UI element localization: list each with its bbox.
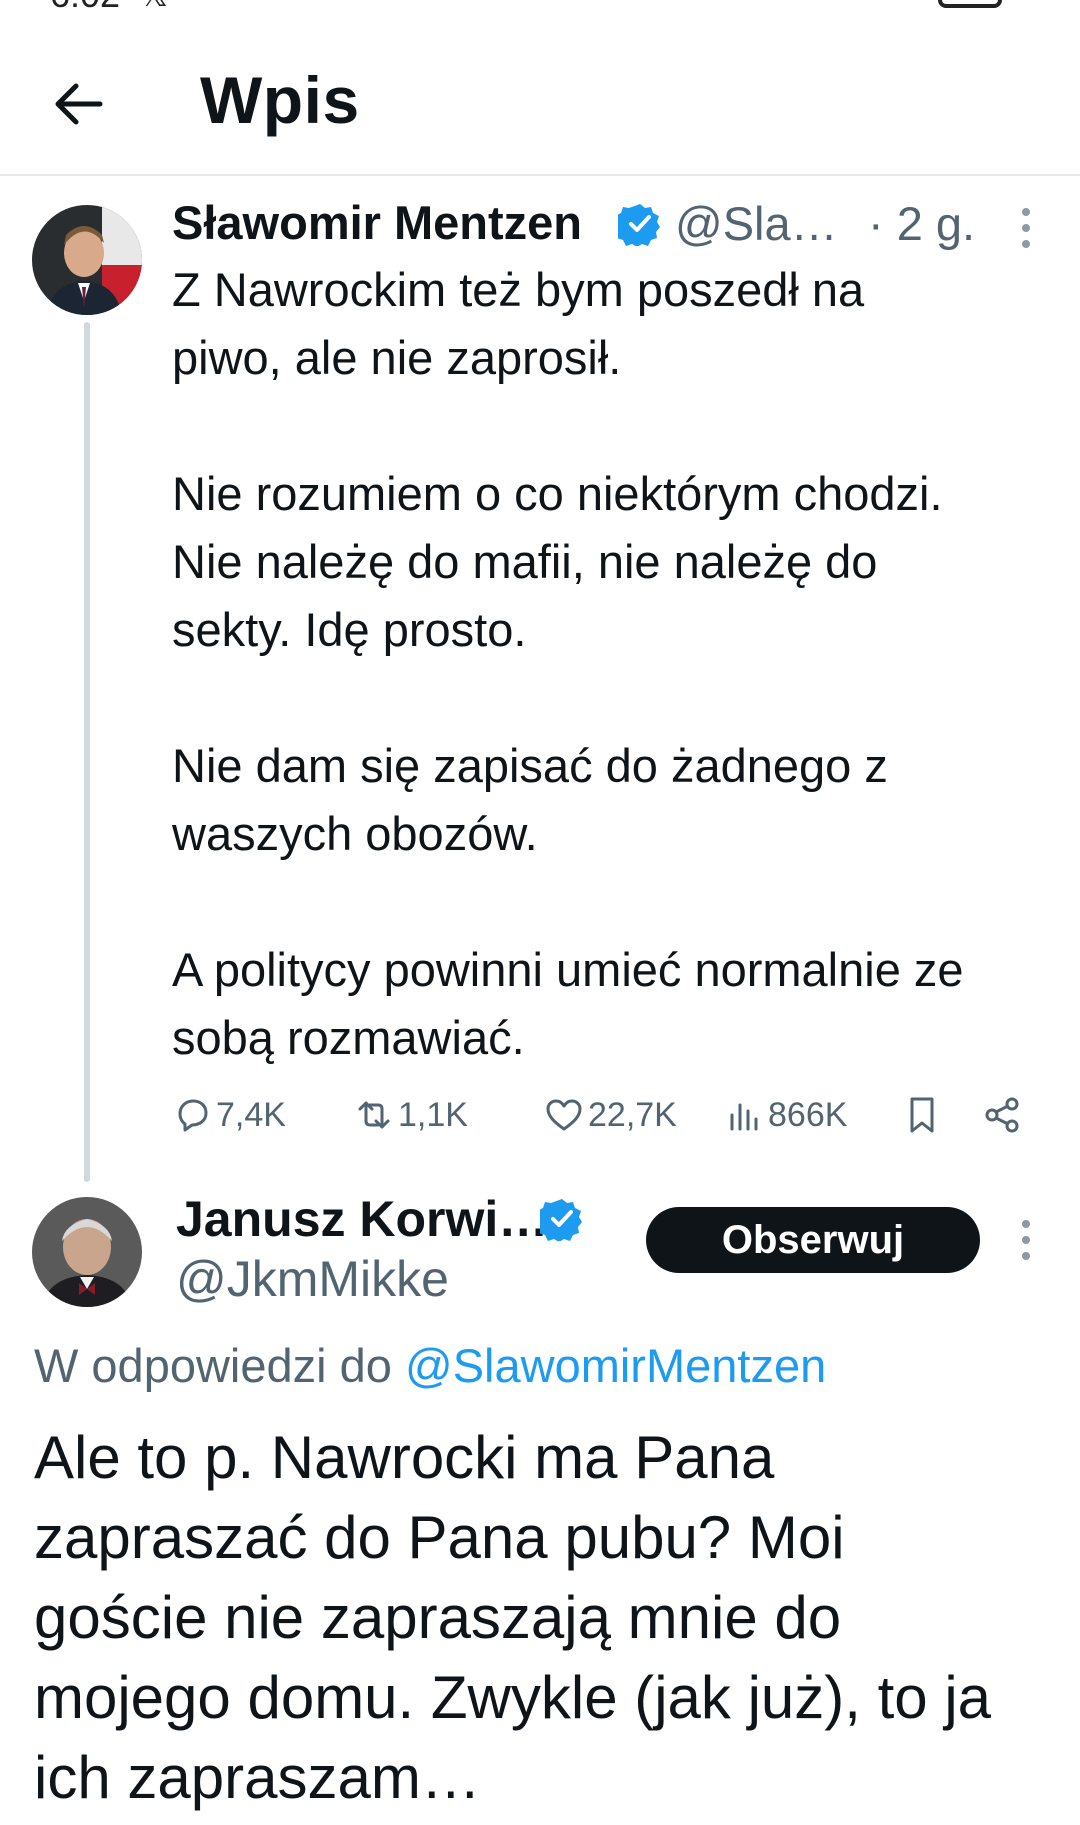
more-options-icon[interactable] [1016,206,1036,250]
share-icon [985,1097,1019,1133]
tweet-line: Ale to p. Nawrocki ma Pana [34,1424,775,1491]
tweet-line: mojego domu. Zwykle (jak już), to ja [34,1664,992,1731]
top-app-bar: Wpis [0,20,1080,176]
views-chart-icon [730,1103,758,1131]
reply-count: 7,4K [216,1095,286,1134]
author-name[interactable]: Sławomir Mentzen [172,195,582,250]
tweet-line: waszych obozów. [172,807,538,860]
battery-icon [938,0,1002,8]
views-button[interactable]: 866K [724,1090,847,1140]
avatar[interactable] [32,205,142,315]
reply-mention-link[interactable]: @SlawomirMentzen [405,1339,826,1392]
tweet-line: Nie dam się zapisać do żadnego z [172,739,888,792]
x-logo-icon: 𝕏 [142,0,168,14]
author-handle: @Sla… [675,197,838,250]
author-handle: @JkmMikke [176,1251,449,1307]
thread-line [84,322,90,1182]
like-button[interactable]: 22,7K [544,1090,677,1140]
tweet-line: sekty. Idę prosto. [172,603,527,656]
reply-context: W odpowiedzi do @SlawomirMentzen [34,1338,826,1393]
tweet-line: Z Nawrockim też bym poszedł na [172,263,865,316]
status-bar: 6:02 𝕏 [0,0,1080,20]
retweet-count: 1,1K [398,1095,468,1134]
tweet-line: A politycy powinni umieć normalnie ze [172,943,964,996]
tweet-line: zapraszać do Pana pubu? Moi [34,1504,845,1571]
share-button[interactable] [982,1090,1022,1140]
tweet-text: Ale to p. Nawrocki ma Pana zapraszać do … [34,1418,1054,1818]
tweet-time: · 2 g. [868,197,976,250]
more-options-icon[interactable] [1016,1218,1036,1262]
heart-icon [546,1099,582,1131]
reply-prefix: W odpowiedzi do [34,1339,392,1392]
verified-badge-icon [614,202,662,247]
author-name[interactable]: Janusz Korwi… [176,1190,548,1248]
like-count: 22,7K [588,1095,677,1134]
tweet-actions: 7,4K 1,1K 22,7K 866K [172,1090,1052,1140]
tweet-text: Z Nawrockim też bym poszedł na piwo, ale… [172,256,1052,1072]
tweet-line: Nie rozumiem o co niektórym chodzi. [172,467,943,520]
tweet-line: goście nie zapraszają mnie do [34,1584,842,1651]
avatar[interactable] [32,1197,142,1307]
status-time: 6:02 [50,0,120,16]
tweet-line: sobą rozmawiać. [172,1011,525,1064]
retweet-icon [358,1101,390,1129]
retweet-button[interactable]: 1,1K [354,1090,468,1140]
reply-icon [178,1099,208,1132]
verified-badge-icon [536,1197,584,1242]
bookmark-button[interactable] [902,1090,942,1140]
follow-button[interactable]: Obserwuj [646,1207,980,1273]
arrow-left-icon[interactable] [50,76,106,132]
reply-button[interactable]: 7,4K [172,1090,286,1140]
views-count: 866K [768,1095,848,1134]
tweet-line: ich zapraszam… [34,1744,481,1811]
tweet-line: Nie należę do mafii, nie należę do [172,535,878,588]
bookmark-icon [910,1097,934,1133]
page-title: Wpis [200,63,360,137]
tweet-line: piwo, ale nie zaprosił. [172,331,622,384]
